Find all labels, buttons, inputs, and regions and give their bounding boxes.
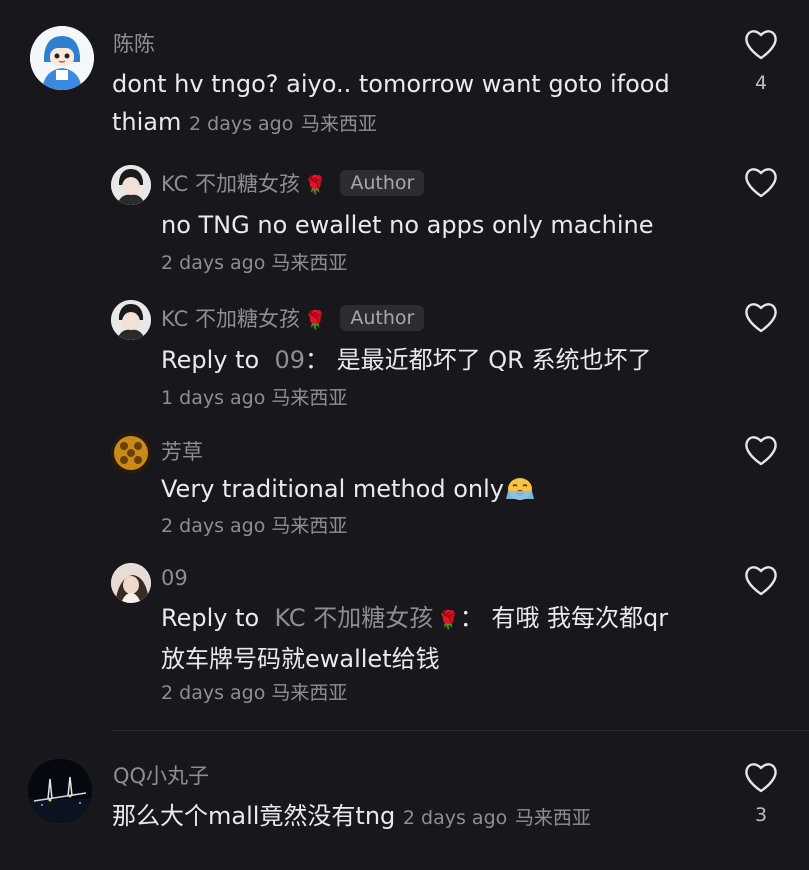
- reply-text: Reply to KC 不加糖女孩 🌹： 有哦 我每次都qr 放车牌号码就ewal…: [161, 599, 761, 678]
- rose-icon: 🌹: [303, 175, 327, 196]
- comment-item: 陈陈 dont hv tngo? aiyo.. tomorrow want go…: [0, 0, 809, 160]
- timestamp: 2 days ago: [161, 515, 266, 537]
- heart-outline-icon[interactable]: [743, 300, 779, 334]
- divider: [112, 730, 809, 731]
- username[interactable]: KC 不加糖女孩 🌹 Author: [161, 168, 425, 198]
- comment-text-line1: dont hv tngo? aiyo.. tomorrow want goto …: [112, 70, 670, 98]
- reply-item: KC 不加糖女孩 🌹 Author no TNG no ewallet no app…: [0, 160, 809, 290]
- comment-text-line2: thiam: [112, 108, 182, 136]
- avatar[interactable]: [111, 563, 151, 603]
- reply-text: Reply to 09： 是最近都坏了 QR 系统也坏了: [161, 341, 651, 379]
- reply-item: 芳草 Very traditional method only 2 days a…: [0, 430, 809, 560]
- avatar[interactable]: [28, 759, 92, 823]
- username-text: KC 不加糖女孩: [161, 172, 300, 196]
- username[interactable]: 芳草: [161, 436, 203, 466]
- username-text: KC 不加糖女孩: [161, 307, 300, 331]
- location: 马来西亚: [271, 682, 348, 704]
- reply-prefix: Reply to: [161, 346, 260, 374]
- avatar[interactable]: [111, 433, 151, 473]
- rose-icon: 🌹: [303, 310, 327, 331]
- reply-text-content: ： 有哦 我每次都qr: [459, 604, 669, 632]
- avatar-image: [111, 563, 151, 603]
- comment-item: QQ小丸子 那么大个mall竟然没有tng 2 days ago 马来西亚 3: [0, 745, 809, 855]
- reply-text-content: Very traditional method only: [161, 475, 504, 503]
- username[interactable]: KC 不加糖女孩 🌹 Author: [161, 303, 425, 333]
- rose-icon: 🌹: [437, 610, 460, 631]
- avatar[interactable]: [111, 165, 151, 205]
- reply-target-username[interactable]: 09: [274, 346, 305, 374]
- username[interactable]: 09: [161, 566, 188, 590]
- avatar-image: [30, 26, 94, 90]
- location: 马来西亚: [301, 113, 378, 135]
- location: 马来西亚: [271, 387, 348, 409]
- reply-meta: 1 days ago 马来西亚: [161, 383, 347, 410]
- location: 马来西亚: [271, 252, 348, 274]
- username[interactable]: 陈陈: [113, 28, 155, 58]
- like-count: 3: [754, 804, 768, 826]
- timestamp: 1 days ago: [161, 387, 266, 409]
- heart-outline-icon[interactable]: [743, 760, 779, 794]
- comment-text: dont hv tngo? aiyo.. tomorrow want goto …: [112, 65, 712, 143]
- reply-text-line2: 放车牌号码就ewallet给钱: [161, 645, 440, 673]
- avatar-image: [28, 759, 92, 823]
- avatar[interactable]: [30, 26, 94, 90]
- location: 马来西亚: [271, 515, 348, 537]
- reply-item: KC 不加糖女孩 🌹 Author Reply to 09： 是最近都坏了 QR 系…: [0, 295, 809, 425]
- username[interactable]: QQ小丸子: [113, 760, 209, 790]
- reply-text: no TNG no ewallet no apps only machine: [161, 211, 654, 239]
- reply-target-username[interactable]: KC 不加糖女孩: [274, 604, 433, 632]
- reply-item: 09 Reply to KC 不加糖女孩 🌹： 有哦 我每次都qr 放车牌号码就e…: [0, 560, 809, 720]
- timestamp: 2 days ago: [189, 113, 294, 135]
- timestamp: 2 days ago: [402, 807, 508, 829]
- author-badge: Author: [340, 170, 425, 196]
- reply-prefix: Reply to: [161, 604, 260, 632]
- heart-outline-icon[interactable]: [743, 433, 779, 467]
- location: 马来西亚: [514, 807, 591, 829]
- reply-text-content: ： 是最近都坏了 QR 系统也坏了: [305, 346, 652, 374]
- timestamp: 2 days ago: [161, 682, 266, 704]
- timestamp: 2 days ago: [161, 252, 266, 274]
- reply-meta: 2 days ago 马来西亚: [161, 678, 347, 705]
- heart-outline-icon[interactable]: [743, 165, 779, 199]
- comment-text-content: 那么大个mall竟然没有tng: [112, 802, 396, 830]
- reply-meta: 2 days ago 马来西亚: [161, 511, 347, 538]
- avatar-image: [111, 433, 151, 473]
- avatar[interactable]: [111, 300, 151, 340]
- crying-face-icon: [505, 478, 534, 500]
- avatar-image: [111, 165, 151, 205]
- comment-text: 那么大个mall竟然没有tng 2 days ago 马来西亚: [112, 797, 591, 837]
- author-badge: Author: [340, 305, 425, 331]
- like-count: 4: [754, 72, 768, 94]
- heart-outline-icon[interactable]: [743, 27, 779, 61]
- heart-outline-icon[interactable]: [743, 563, 779, 597]
- reply-text: Very traditional method only: [161, 470, 536, 508]
- reply-meta: 2 days ago 马来西亚: [161, 248, 347, 275]
- avatar-image: [111, 300, 151, 340]
